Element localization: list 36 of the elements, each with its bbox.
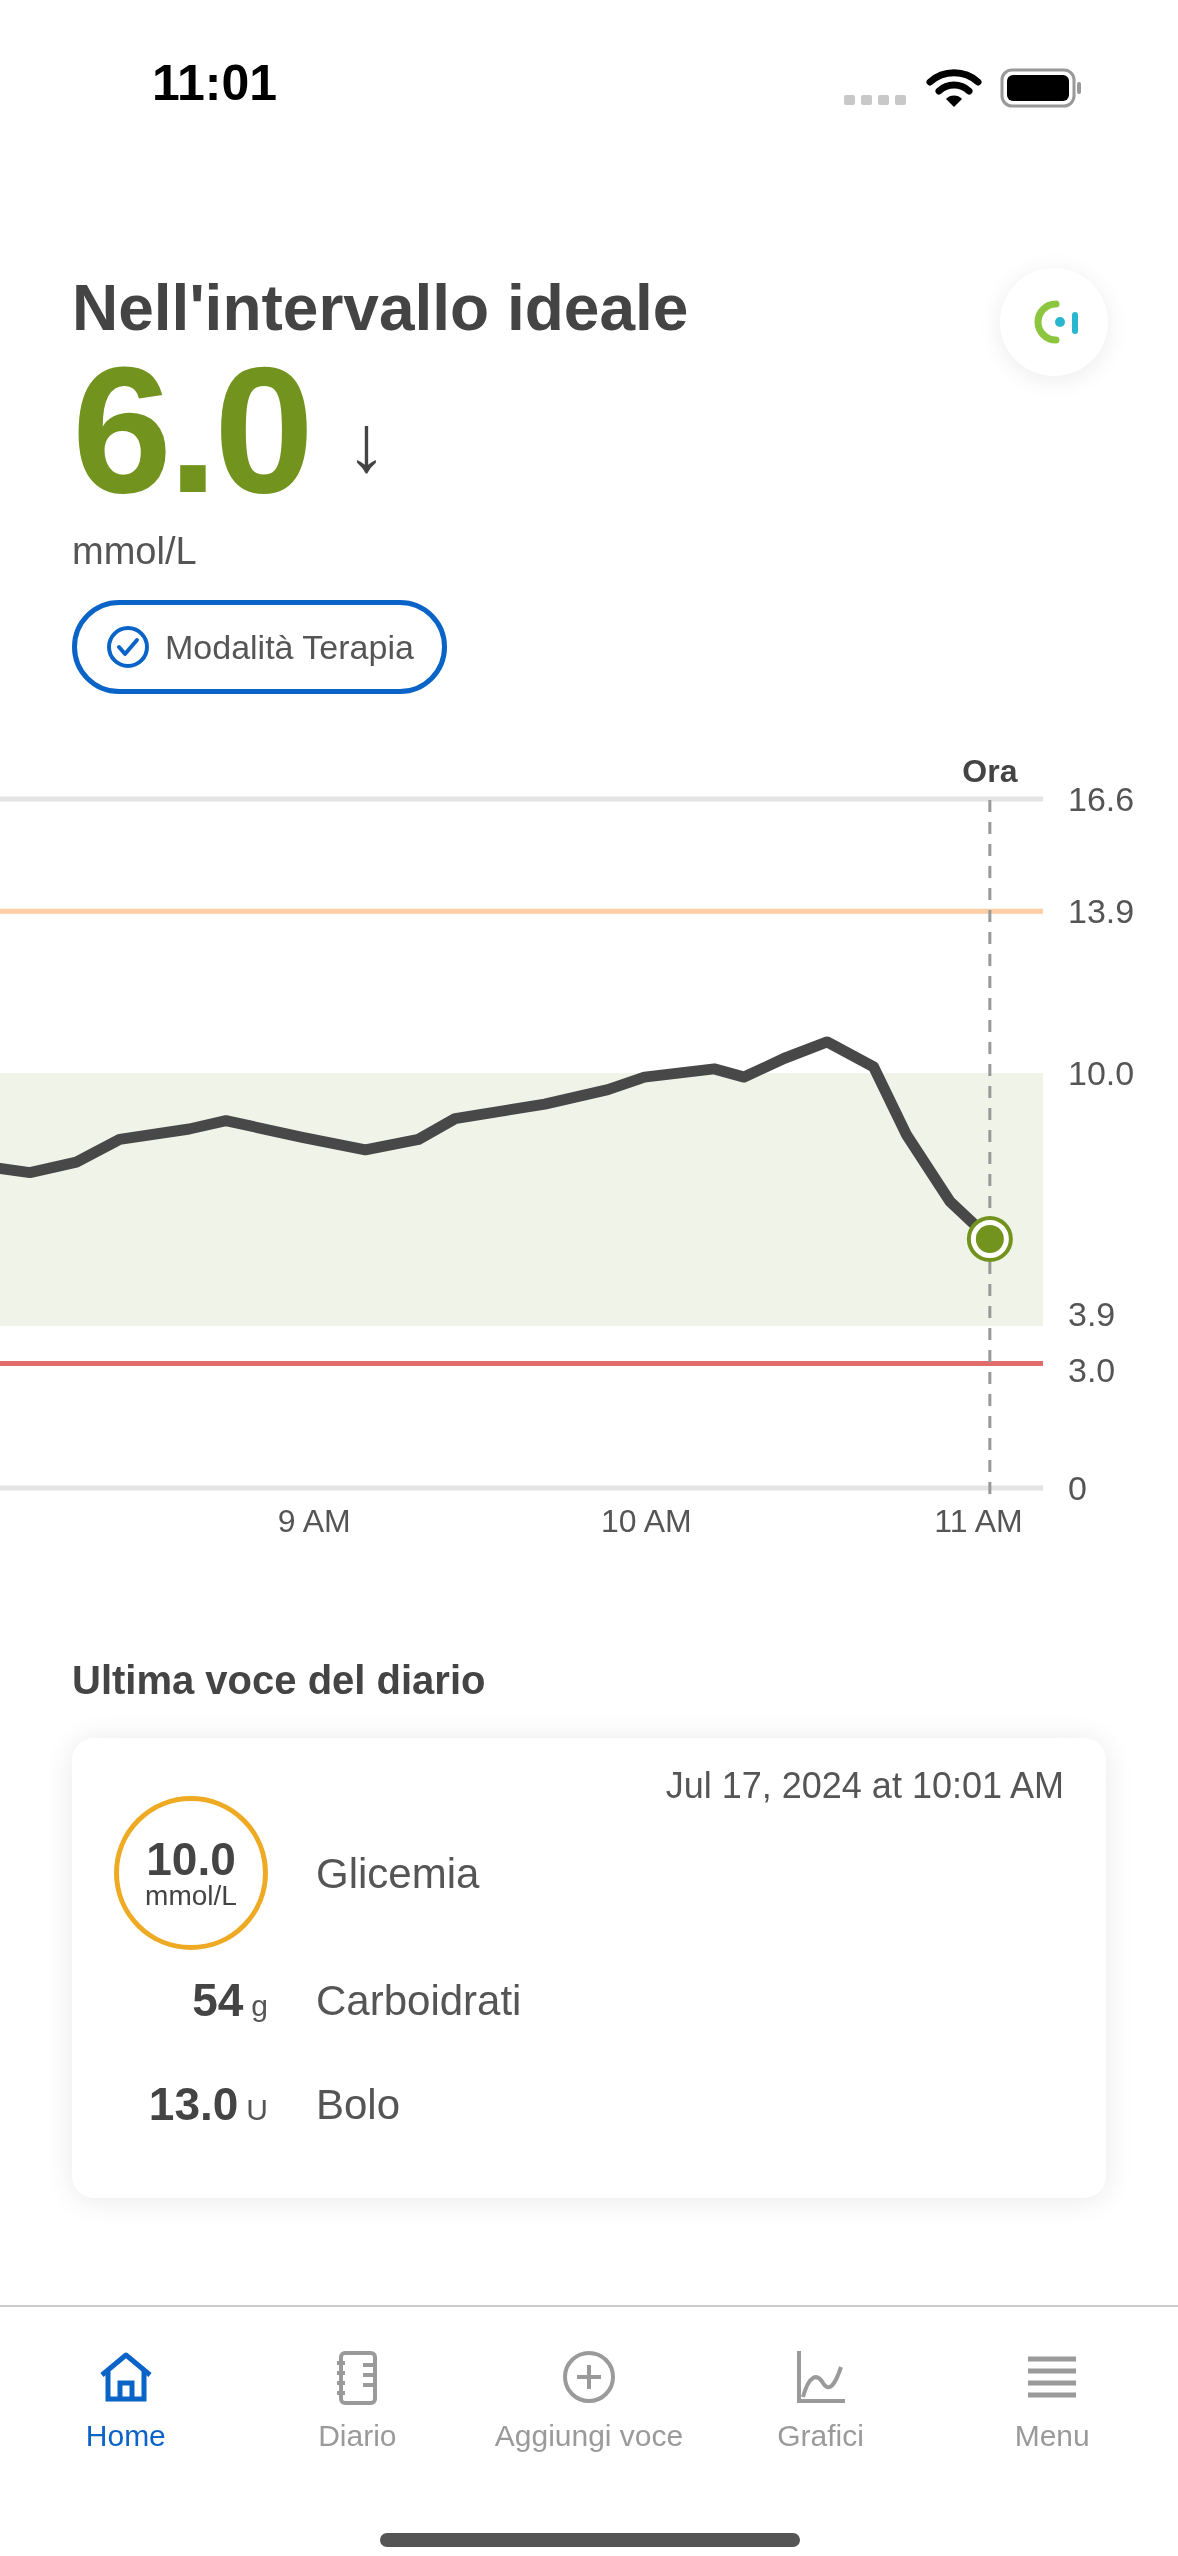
tab-bar-item[interactable]: Diario: [247, 2345, 468, 2451]
x-axis-label: 10 AM: [601, 1503, 692, 1539]
wifi-icon: [926, 68, 982, 108]
entry-label: Glicemia: [316, 1848, 480, 1899]
y-axis-label: 3.9: [1068, 1295, 1116, 1334]
entry-label: Carboidrati: [316, 1975, 522, 2026]
reading-unit: mmol/L: [145, 1882, 237, 1910]
diary-card[interactable]: Jul 17, 2024 at 10:01 AM 10.0 mmol/L Glicemia 54 g Carboidrati 13.0 U Bolo: [72, 1738, 1106, 2198]
entry-unit: U: [246, 2091, 268, 2128]
y-axis-label: 3.0: [1068, 1350, 1116, 1389]
tab-bar-item[interactable]: Menu: [942, 2345, 1163, 2451]
y-axis-label: 10.0: [1068, 1054, 1135, 1092]
y-axis-label: 13.9: [1068, 892, 1135, 931]
therapy-mode-badge[interactable]: Modalità Terapia: [72, 600, 447, 694]
section-title: Ultima voce del diario: [72, 1660, 487, 1700]
tab-bar-item[interactable]: Grafici: [710, 2345, 931, 2451]
y-axis-label: 16.6: [1068, 780, 1135, 819]
tab-bar-item[interactable]: Home: [15, 2345, 236, 2451]
battery-icon: [1000, 68, 1082, 108]
entry-value: 13.0: [148, 2076, 239, 2132]
glucose-value: 6.0: [72, 350, 311, 510]
entry-date: Jul 17, 2024 at 10:01 AM: [664, 1768, 1064, 1804]
x-axis-label: 9 AM: [277, 1503, 351, 1539]
entry-unit: g: [251, 1987, 268, 2024]
now-label: Ora: [962, 753, 1018, 789]
tab-bar-item[interactable]: Aggiungi voce: [479, 2345, 699, 2451]
cellular-signal-icon: [844, 93, 906, 107]
status-time: 11:01: [152, 58, 278, 108]
unit-label: mmol/L: [72, 532, 198, 570]
entry-value: 54: [192, 1972, 244, 2028]
y-axis-label: 0: [1068, 1469, 1087, 1507]
x-axis-label: 11 AM: [934, 1503, 1023, 1539]
status-title: Nell'intervallo ideale: [72, 276, 689, 340]
reading-value: 10.0: [146, 1836, 236, 1882]
entry-label: Bolo: [316, 2079, 401, 2130]
trend-arrow: ↓: [346, 404, 387, 484]
